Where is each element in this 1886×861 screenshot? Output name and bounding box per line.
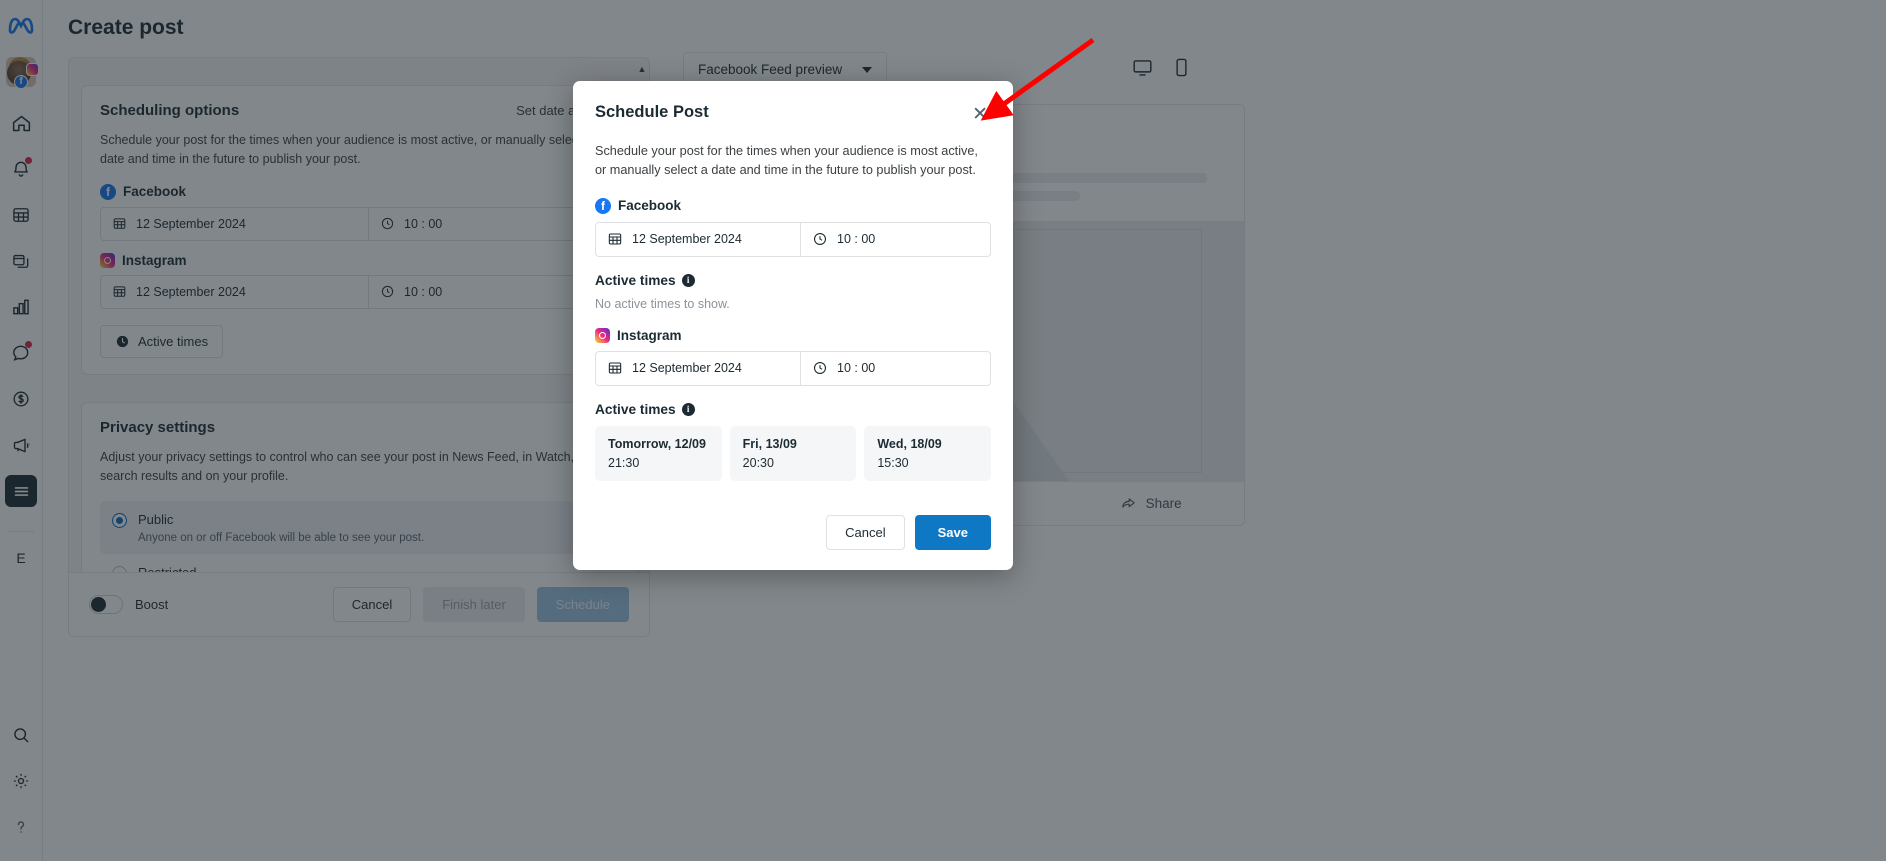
calendar-icon xyxy=(607,360,623,376)
modal-instagram-active-times-header: Active times i xyxy=(595,402,991,417)
active-time-time: 21:30 xyxy=(608,456,709,470)
active-time-chip[interactable]: Tomorrow, 12/09 21:30 xyxy=(595,426,722,481)
modal-facebook-active-times-title: Active times xyxy=(595,273,676,288)
modal-cancel-button[interactable]: Cancel xyxy=(826,515,904,550)
modal-instagram-time-value: 10 : 00 xyxy=(837,361,875,375)
modal-description: Schedule your post for the times when yo… xyxy=(595,142,991,181)
modal-footer: Cancel Save xyxy=(595,515,991,550)
modal-network-instagram: Instagram xyxy=(595,328,991,343)
modal-facebook-active-times-header: Active times i xyxy=(595,273,991,288)
close-icon[interactable]: ✕ xyxy=(969,103,991,126)
modal-instagram-time-field[interactable]: 10 : 00 xyxy=(801,352,990,385)
facebook-icon: f xyxy=(595,198,611,214)
modal-network-facebook: f Facebook xyxy=(595,198,991,214)
clock-icon xyxy=(812,360,828,376)
modal-facebook-date-value: 12 September 2024 xyxy=(632,232,742,246)
info-icon[interactable]: i xyxy=(682,274,695,287)
active-time-day: Fri, 13/09 xyxy=(743,437,844,451)
modal-facebook-datetime: 12 September 2024 10 : 00 xyxy=(595,222,991,257)
modal-instagram-label: Instagram xyxy=(617,328,682,343)
modal-facebook-label: Facebook xyxy=(618,198,681,213)
schedule-post-modal: Schedule Post ✕ Schedule your post for t… xyxy=(573,81,1013,570)
modal-instagram-date-value: 12 September 2024 xyxy=(632,361,742,375)
modal-facebook-active-times-empty: No active times to show. xyxy=(595,297,991,311)
modal-instagram-active-times-list: Tomorrow, 12/09 21:30 Fri, 13/09 20:30 W… xyxy=(595,426,991,481)
clock-icon xyxy=(812,231,828,247)
calendar-icon xyxy=(607,231,623,247)
active-time-day: Wed, 18/09 xyxy=(877,437,978,451)
modal-instagram-datetime: 12 September 2024 10 : 00 xyxy=(595,351,991,386)
modal-instagram-date-field[interactable]: 12 September 2024 xyxy=(596,352,801,385)
modal-facebook-date-field[interactable]: 12 September 2024 xyxy=(596,223,801,256)
modal-header: Schedule Post ✕ xyxy=(595,103,991,126)
app-root: f xyxy=(0,0,1886,861)
active-time-chip[interactable]: Wed, 18/09 15:30 xyxy=(864,426,991,481)
active-time-time: 20:30 xyxy=(743,456,844,470)
modal-save-button[interactable]: Save xyxy=(915,515,991,550)
modal-title: Schedule Post xyxy=(595,103,709,122)
active-time-chip[interactable]: Fri, 13/09 20:30 xyxy=(730,426,857,481)
modal-facebook-time-field[interactable]: 10 : 00 xyxy=(801,223,990,256)
modal-instagram-active-times-title: Active times xyxy=(595,402,676,417)
info-icon[interactable]: i xyxy=(682,403,695,416)
instagram-icon xyxy=(595,328,610,343)
active-time-time: 15:30 xyxy=(877,456,978,470)
active-time-day: Tomorrow, 12/09 xyxy=(608,437,709,451)
modal-facebook-time-value: 10 : 00 xyxy=(837,232,875,246)
